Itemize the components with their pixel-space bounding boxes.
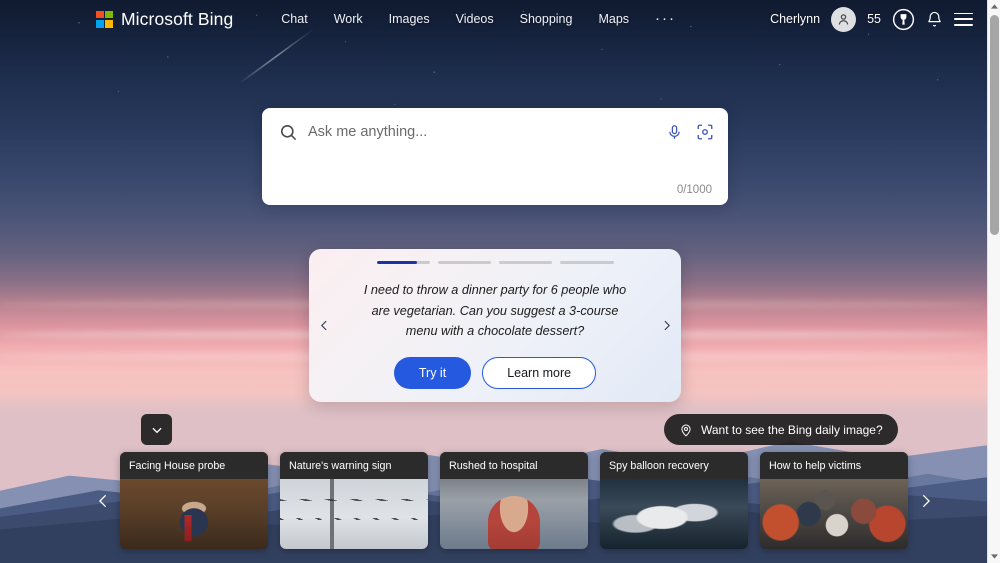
search-input[interactable] [308, 124, 656, 140]
scroll-down-button[interactable] [988, 550, 1000, 563]
progress-segment[interactable] [560, 261, 614, 265]
brand-name: Microsoft Bing [121, 8, 234, 29]
chevron-right-icon [922, 494, 930, 507]
news-card-list: Facing House probe Nature's warning sign… [120, 452, 908, 549]
carousel-next-button[interactable] [908, 450, 942, 551]
hamburger-icon [954, 18, 973, 20]
chevron-down-icon [151, 427, 162, 433]
news-card-image [120, 479, 268, 549]
chevron-left-icon [98, 494, 106, 507]
news-card[interactable]: Rushed to hospital [440, 452, 588, 549]
microsoft-logo-icon [96, 10, 113, 28]
search-box: 0/1000 [262, 108, 728, 205]
progress-indicator [376, 261, 614, 265]
news-card-image [440, 479, 588, 549]
daily-image-label: Want to see the Bing daily image? [701, 422, 883, 437]
news-card-title: Rushed to hospital [440, 452, 588, 479]
search-row [262, 108, 728, 156]
user-name[interactable]: Cherlynn [770, 12, 820, 26]
triangle-up-icon [990, 4, 998, 9]
news-card[interactable]: Spy balloon recovery [600, 452, 748, 549]
rewards-button[interactable] [892, 8, 915, 31]
nav-more-icon[interactable]: ··· [655, 11, 676, 26]
expand-feed-button[interactable] [141, 414, 172, 445]
nav-item-work[interactable]: Work [334, 12, 363, 26]
news-card-image [280, 479, 428, 549]
page-header: Microsoft Bing Chat Work Images Videos S… [0, 0, 987, 38]
menu-button[interactable] [954, 12, 973, 26]
nav-item-shopping[interactable]: Shopping [520, 12, 573, 26]
nav-item-videos[interactable]: Videos [456, 12, 494, 26]
page-scrollbar[interactable] [987, 0, 1000, 563]
microphone-button[interactable] [666, 124, 683, 141]
header-right-group: Cherlynn 55 [770, 6, 973, 32]
progress-segment[interactable] [376, 261, 430, 265]
trophy-icon [892, 8, 915, 30]
brand-logo[interactable]: Microsoft Bing [96, 9, 233, 30]
news-card[interactable]: Nature's warning sign [280, 452, 428, 549]
daily-image-button[interactable]: Want to see the Bing daily image? [664, 414, 898, 445]
search-icon [280, 124, 297, 140]
suggestion-prev-button[interactable] [309, 316, 339, 335]
location-pin-icon [681, 424, 691, 436]
main-nav: Chat Work Images Videos Shopping Maps ··… [281, 11, 676, 26]
hamburger-icon [954, 23, 973, 26]
notifications-button[interactable] [926, 11, 943, 28]
progress-segment[interactable] [437, 261, 491, 265]
news-card-image [760, 479, 908, 549]
suggestion-next-button[interactable] [651, 316, 681, 335]
news-card[interactable]: Facing House probe [120, 452, 268, 549]
microphone-icon [669, 124, 680, 139]
scrollbar-thumb[interactable] [990, 15, 999, 235]
news-card-title: Spy balloon recovery [600, 452, 748, 479]
suggestion-buttons: Try it Learn more [393, 356, 597, 389]
news-card-title: Facing House probe [120, 452, 268, 479]
news-carousel: Facing House probe Nature's warning sign… [86, 450, 942, 551]
chevron-left-icon [320, 320, 327, 331]
avatar[interactable] [831, 6, 857, 32]
news-card-title: How to help victims [760, 452, 908, 479]
progress-segment[interactable] [499, 261, 553, 265]
character-counter: 0/1000 [676, 184, 712, 196]
chevron-right-icon [663, 320, 670, 331]
nav-item-images[interactable]: Images [389, 12, 430, 26]
try-it-button[interactable]: Try it [393, 356, 472, 389]
scroll-up-button[interactable] [988, 0, 1000, 13]
search-actions [666, 123, 714, 141]
suggestion-card: I need to throw a dinner party for 6 peo… [309, 249, 681, 402]
suggestion-body: I need to throw a dinner party for 6 peo… [339, 248, 651, 403]
triangle-down-icon [990, 554, 998, 559]
bell-icon [928, 11, 941, 26]
hamburger-icon [954, 12, 973, 15]
visual-search-icon [697, 124, 713, 140]
news-card-image [600, 479, 748, 549]
learn-more-button[interactable]: Learn more [482, 356, 597, 389]
nav-item-maps[interactable]: Maps [598, 12, 629, 26]
news-card[interactable]: How to help victims [760, 452, 908, 549]
suggestion-text: I need to throw a dinner party for 6 peo… [363, 283, 627, 339]
rewards-points: 55 [867, 12, 881, 26]
carousel-prev-button[interactable] [86, 450, 120, 551]
nav-item-chat[interactable]: Chat [281, 12, 307, 26]
person-icon [838, 13, 849, 25]
news-card-title: Nature's warning sign [280, 452, 428, 479]
visual-search-button[interactable] [696, 123, 714, 141]
